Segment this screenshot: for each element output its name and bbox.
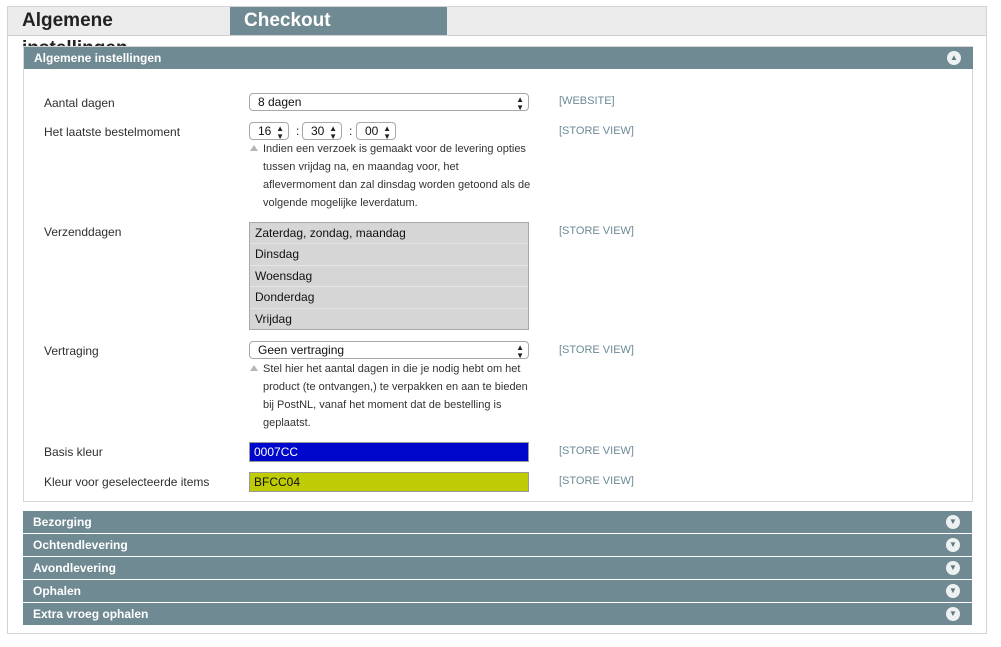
minute-value: 30 [311, 124, 325, 138]
section-avondlevering[interactable]: Avondlevering ▼ [23, 557, 972, 579]
section-header-algemene-instellingen[interactable]: Algemene instellingen ▲ [24, 47, 973, 69]
select-arrows-icon: ▲ ▼ [383, 124, 391, 141]
tab-algemene-instellingen[interactable]: Algemene instellingen [8, 7, 229, 59]
verzenddagen-scope: [STORE VIEW] [559, 225, 634, 237]
hint-line: bij PostNL, vanaf het moment dat de best… [263, 399, 502, 411]
basis-kleur-label: Basis kleur [44, 445, 103, 459]
section-bezorging[interactable]: Bezorging ▼ [23, 511, 972, 533]
basis-kleur-scope: [STORE VIEW] [559, 445, 634, 457]
hint-line: Stel hier het aantal dagen in die je nod… [263, 363, 521, 375]
verzenddagen-option[interactable]: Vrijdag [250, 309, 528, 329]
hour-value: 16 [258, 124, 272, 138]
chevron-down-icon[interactable]: ▼ [946, 515, 960, 529]
chevron-down-icon[interactable]: ▼ [946, 538, 960, 552]
aantal-dagen-value: 8 dagen [258, 95, 302, 109]
kleur-geselecteerd-input[interactable]: BFCC04 [249, 472, 529, 492]
section-ophalen[interactable]: Ophalen ▼ [23, 580, 972, 602]
section-title: Bezorging [33, 515, 92, 529]
kleur-geselecteerd-label: Kleur voor geselecteerde items [44, 475, 210, 489]
basis-kleur-input[interactable]: 0007CC [249, 442, 529, 462]
hint-line: volgende mogelijke leverdatum. [263, 197, 418, 209]
select-arrows-icon: ▲ ▼ [329, 124, 337, 141]
section-title: Ochtendlevering [33, 538, 128, 552]
tab-bar: Algemene instellingen Checkout instellin… [8, 7, 986, 59]
time-separator: : [349, 124, 353, 138]
select-arrows-icon: ▲ ▼ [516, 343, 524, 360]
laatste-bestelmoment-scope: [STORE VIEW] [559, 125, 634, 137]
section-title: Extra vroeg ophalen [33, 607, 149, 621]
verzenddagen-option[interactable]: Zaterdag, zondag, maandag [250, 223, 528, 245]
hint-line: tussen vrijdag na, en maandag voor, het [263, 161, 459, 173]
minute-select[interactable]: 30 ▲ ▼ [302, 122, 342, 141]
hint-line: aflevermoment dan zal dinsdag worden get… [263, 179, 531, 191]
hint-triangle-icon [250, 145, 258, 151]
verzenddagen-option[interactable]: Dinsdag [250, 244, 528, 266]
section-title: Algemene instellingen [34, 51, 162, 65]
aantal-dagen-label: Aantal dagen [44, 96, 115, 110]
chevron-down-icon[interactable]: ▼ [946, 607, 960, 621]
hint-line: product (te ontvangen,) te verpakken en … [263, 381, 528, 393]
section-extra-vroeg-ophalen[interactable]: Extra vroeg ophalen ▼ [23, 603, 972, 625]
chevron-up-icon[interactable]: ▲ [947, 51, 961, 65]
section-title: Ophalen [33, 584, 82, 598]
section-algemene-instellingen: Algemene instellingen ▲ Aantal dagen 8 d… [23, 46, 973, 502]
chevron-down-icon[interactable]: ▼ [946, 561, 960, 575]
laatste-bestelmoment-hint: Indien een verzoek is gemaakt voor de le… [250, 140, 535, 212]
laatste-bestelmoment-label: Het laatste bestelmoment [44, 125, 181, 139]
chevron-down-icon[interactable]: ▼ [946, 584, 960, 598]
hint-triangle-icon [250, 365, 258, 371]
verzenddagen-option[interactable]: Woensdag [250, 266, 528, 288]
hint-line: geplaatst. [263, 417, 311, 429]
aantal-dagen-scope: [WEBSITE] [559, 95, 615, 107]
select-arrows-icon: ▲ ▼ [516, 95, 524, 112]
aantal-dagen-select[interactable]: 8 dagen ▲ ▼ [249, 93, 529, 112]
verzenddagen-label: Verzenddagen [44, 225, 122, 239]
tab-checkout-instellingen[interactable]: Checkout instellingen [230, 7, 447, 59]
vertraging-hint: Stel hier het aantal dagen in die je nod… [250, 360, 535, 432]
config-panel: Algemene instellingen Checkout instellin… [7, 6, 987, 634]
kleur-geselecteerd-scope: [STORE VIEW] [559, 475, 634, 487]
section-title: Avondlevering [33, 561, 116, 575]
select-arrows-icon: ▲ ▼ [276, 124, 284, 141]
vertraging-select[interactable]: Geen vertraging ▲ ▼ [249, 341, 529, 360]
vertraging-scope: [STORE VIEW] [559, 344, 634, 356]
vertraging-label: Vertraging [44, 344, 99, 358]
vertraging-value: Geen vertraging [258, 343, 345, 357]
hint-line: Indien een verzoek is gemaakt voor de le… [263, 143, 526, 155]
second-select[interactable]: 00 ▲ ▼ [356, 122, 396, 141]
verzenddagen-option[interactable]: Donderdag [250, 287, 528, 309]
second-value: 00 [365, 124, 379, 138]
verzenddagen-multiselect[interactable]: Zaterdag, zondag, maandag Dinsdag Woensd… [249, 222, 529, 330]
hour-select[interactable]: 16 ▲ ▼ [249, 122, 289, 141]
time-separator: : [296, 124, 300, 138]
section-ochtendlevering[interactable]: Ochtendlevering ▼ [23, 534, 972, 556]
